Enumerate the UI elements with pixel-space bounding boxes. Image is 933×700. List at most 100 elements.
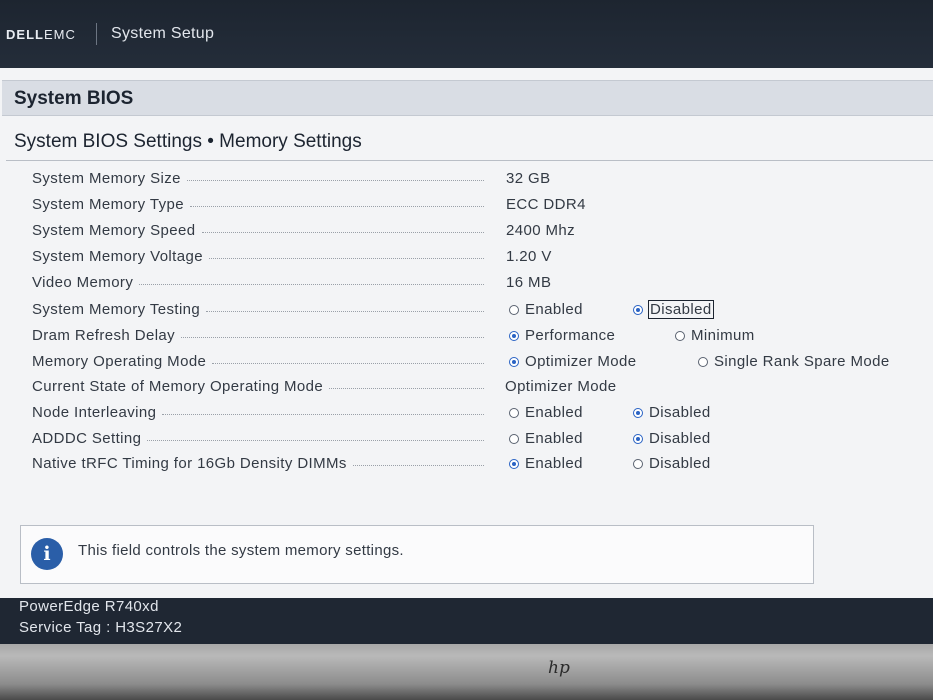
radio-unselected-icon[interactable] xyxy=(509,304,519,315)
radio-option[interactable]: Optimizer Mode xyxy=(509,353,636,370)
radio-option-label: Enabled xyxy=(525,430,583,447)
setting-row[interactable]: System Memory Testing Enabled Disabled xyxy=(0,297,933,323)
radio-option-label: Single Rank Spare Mode xyxy=(714,353,890,370)
radio-option[interactable]: Single Rank Spare Mode xyxy=(698,353,890,370)
setting-label: Memory Operating Mode xyxy=(32,353,484,370)
radio-selected-icon[interactable] xyxy=(509,458,519,469)
radio-unselected-icon[interactable] xyxy=(509,407,519,418)
radio-unselected-icon[interactable] xyxy=(698,356,708,367)
leader-dots xyxy=(162,414,484,415)
dell-emc-logo: DELLEMC xyxy=(6,26,76,42)
setting-label-text: System Memory Speed xyxy=(32,222,196,239)
setting-row[interactable]: ADDDC Setting Enabled Disabled xyxy=(0,426,933,452)
radio-selected-icon[interactable] xyxy=(633,433,643,444)
radio-option[interactable]: Disabled xyxy=(633,300,714,319)
setting-value: 16 MB xyxy=(506,274,552,291)
setting-label: System Memory Voltage xyxy=(32,248,484,265)
radio-option[interactable]: Enabled xyxy=(509,430,583,447)
leader-dots xyxy=(181,337,484,338)
setting-label: Video Memory xyxy=(32,274,484,291)
setting-row: System Memory Voltage 1.20 V xyxy=(0,244,933,270)
radio-option-label: Optimizer Mode xyxy=(525,353,637,370)
hp-logo: hp xyxy=(548,658,570,678)
radio-unselected-icon[interactable] xyxy=(633,458,643,469)
setting-row[interactable]: Memory Operating Mode Optimizer Mode Singl… xyxy=(0,349,933,375)
setting-label: Dram Refresh Delay xyxy=(32,327,484,344)
setting-label: Current State of Memory Operating Mode xyxy=(32,378,484,395)
radio-option-label: Performance xyxy=(525,327,616,344)
radio-unselected-icon[interactable] xyxy=(675,330,685,341)
setting-value: 1.20 V xyxy=(506,248,552,265)
setting-label-text: Video Memory xyxy=(32,274,134,291)
radio-option-label: Disabled xyxy=(649,430,711,447)
info-icon: i xyxy=(31,538,63,570)
monitor-bezel: hp xyxy=(0,644,933,700)
radio-option-label: Minimum xyxy=(691,327,755,344)
radio-option-label: Disabled xyxy=(649,455,711,472)
leader-dots xyxy=(329,388,484,389)
top-header: DELLEMC System Setup xyxy=(0,0,933,68)
leader-dots xyxy=(186,180,484,181)
radio-selected-icon[interactable] xyxy=(633,304,643,315)
setting-row: System Memory Speed 2400 Mhz xyxy=(0,218,933,244)
radio-option[interactable]: Enabled xyxy=(509,301,583,318)
leader-dots xyxy=(201,232,484,233)
setting-label: Native tRFC Timing for 16Gb Density DIMM… xyxy=(32,455,484,472)
radio-option-label: Enabled xyxy=(525,455,583,472)
setting-label: System Memory Testing xyxy=(32,301,484,318)
setting-row: System Memory Type ECC DDR4 xyxy=(0,192,933,218)
leader-dots xyxy=(189,206,484,207)
title-divider xyxy=(6,160,933,161)
setting-label: System Memory Speed xyxy=(32,222,484,239)
radio-option-label: Disabled xyxy=(648,300,714,319)
setting-label-text: System Memory Size xyxy=(32,170,181,187)
setting-label-text: Node Interleaving xyxy=(32,404,157,421)
leader-dots xyxy=(139,284,484,285)
model-name: PowerEdge R740xd xyxy=(19,598,159,615)
radio-option-label: Enabled xyxy=(525,404,583,421)
leader-dots xyxy=(352,465,484,466)
system-footer: PowerEdge R740xd Service Tag : H3S27X2 xyxy=(0,598,933,644)
section-title: System BIOS xyxy=(14,88,134,109)
setting-row[interactable]: Node Interleaving Enabled Disabled xyxy=(0,400,933,426)
radio-option[interactable]: Enabled xyxy=(509,404,583,421)
setting-label: ADDDC Setting xyxy=(32,430,484,447)
leader-dots xyxy=(208,258,484,259)
setting-label: System Memory Type xyxy=(32,196,484,213)
setting-row: Current State of Memory Operating Mode Op… xyxy=(0,374,933,400)
radio-option[interactable]: Disabled xyxy=(633,430,711,447)
setting-label-text: Current State of Memory Operating Mode xyxy=(32,378,324,395)
setting-label-text: ADDDC Setting xyxy=(32,430,142,447)
setting-label: Node Interleaving xyxy=(32,404,484,421)
radio-selected-icon[interactable] xyxy=(633,407,643,418)
setting-label-text: System Memory Type xyxy=(32,196,184,213)
help-box: i This field controls the system memory … xyxy=(20,525,814,584)
leader-dots xyxy=(212,363,484,364)
setting-label-text: System Memory Testing xyxy=(32,301,201,318)
radio-selected-icon[interactable] xyxy=(509,356,519,367)
setting-value: 2400 Mhz xyxy=(506,222,576,239)
radio-unselected-icon[interactable] xyxy=(509,433,519,444)
leader-dots xyxy=(206,311,484,312)
leader-dots xyxy=(147,440,484,441)
radio-option[interactable]: Disabled xyxy=(633,404,711,421)
service-tag: Service Tag : H3S27X2 xyxy=(19,619,183,636)
app-title: System Setup xyxy=(111,25,215,42)
setting-row[interactable]: Native tRFC Timing for 16Gb Density DIMM… xyxy=(0,451,933,477)
setting-label-text: Native tRFC Timing for 16Gb Density DIMM… xyxy=(32,455,347,472)
setting-label-text: Memory Operating Mode xyxy=(32,353,207,370)
setting-value: 32 GB xyxy=(506,170,551,187)
radio-option[interactable]: Performance xyxy=(509,327,615,344)
setting-value: ECC DDR4 xyxy=(506,196,586,213)
setting-label-text: System Memory Voltage xyxy=(32,248,203,265)
radio-option[interactable]: Minimum xyxy=(675,327,755,344)
setting-label: System Memory Size xyxy=(32,170,484,187)
help-text: This field controls the system memory se… xyxy=(78,542,404,559)
radio-selected-icon[interactable] xyxy=(509,330,519,341)
setting-value: Optimizer Mode xyxy=(505,378,617,395)
radio-option-label: Enabled xyxy=(525,301,583,318)
radio-option[interactable]: Disabled xyxy=(633,455,711,472)
page-title: System BIOS Settings • Memory Settings xyxy=(14,131,362,152)
radio-option[interactable]: Enabled xyxy=(509,455,583,472)
setting-row[interactable]: Dram Refresh Delay Performance Minimum xyxy=(0,323,933,349)
